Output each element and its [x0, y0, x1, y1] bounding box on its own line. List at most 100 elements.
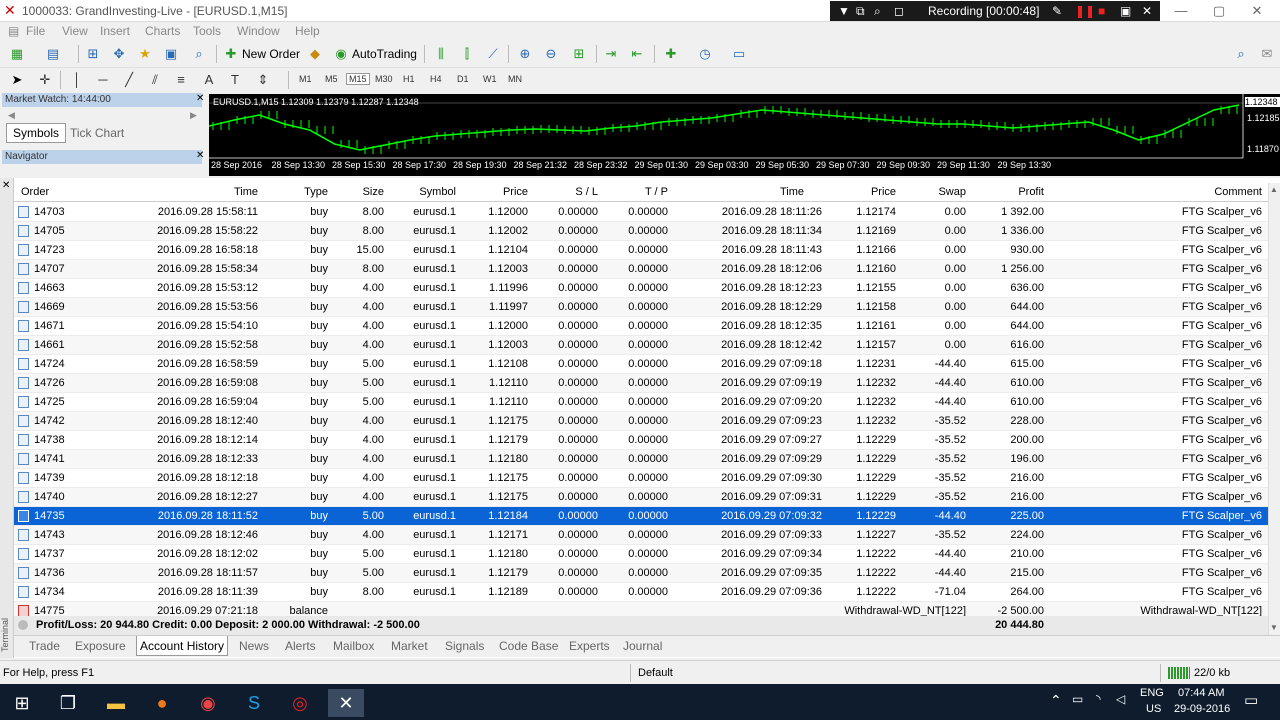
- timeframe-m15[interactable]: M15: [346, 73, 370, 85]
- tab-trade[interactable]: Trade: [26, 639, 63, 653]
- tab-alerts[interactable]: Alerts: [282, 639, 319, 653]
- cursor-icon[interactable]: ➤: [8, 71, 26, 89]
- horizontal-line-icon[interactable]: ─: [94, 71, 112, 89]
- col-profit[interactable]: Profit: [970, 186, 1044, 198]
- vertical-scrollbar[interactable]: ▲ ▼: [1268, 183, 1280, 635]
- battery-icon[interactable]: ▭: [1072, 692, 1083, 706]
- firefox-icon[interactable]: ●: [144, 689, 180, 717]
- timeframe-d1[interactable]: D1: [457, 74, 469, 84]
- window-maximize-button[interactable]: ▢: [1204, 2, 1234, 20]
- table-row[interactable]: 14705 2016.09.28 15:58:22 buy 8.00 eurusd.1 1…: [14, 222, 1268, 241]
- vertical-line-icon[interactable]: │: [68, 71, 86, 89]
- table-row[interactable]: 14735 2016.09.28 18:11:52 buy 5.00 eurusd.1 1…: [14, 507, 1268, 526]
- table-row[interactable]: 14742 2016.09.28 18:12:40 buy 4.00 eurusd.1 1…: [14, 412, 1268, 431]
- fibonacci-icon[interactable]: ≡: [172, 71, 190, 89]
- tile-windows-icon[interactable]: ⊞: [570, 45, 588, 63]
- tab-account-history[interactable]: Account History: [136, 636, 229, 656]
- menu-window[interactable]: Window: [237, 24, 280, 38]
- lang-primary[interactable]: ENG: [1140, 687, 1164, 699]
- col-type[interactable]: Type: [262, 186, 328, 198]
- show-hidden-icons[interactable]: ⌃: [1050, 692, 1062, 709]
- table-row[interactable]: 14743 2016.09.28 18:12:46 buy 4.00 eurusd.1 1…: [14, 526, 1268, 545]
- close-icon[interactable]: ✕: [196, 150, 204, 161]
- metaeditor-icon[interactable]: ◆: [306, 45, 324, 63]
- indicators-icon[interactable]: ✚: [662, 45, 680, 63]
- windows-start-icon[interactable]: ⊞: [4, 689, 40, 717]
- bar-chart-icon[interactable]: ⫼: [432, 45, 450, 63]
- close-icon[interactable]: ✕: [2, 180, 10, 191]
- price-chart[interactable]: EURUSD.1,M15 1.12309 1.12379 1.12287 1.1…: [209, 94, 1280, 176]
- terminal-icon[interactable]: ▣: [162, 45, 180, 63]
- notifications-icon[interactable]: ▭: [1244, 691, 1258, 709]
- close-recording-icon[interactable]: ✕: [1142, 4, 1152, 18]
- table-row[interactable]: 14707 2016.09.28 15:58:34 buy 8.00 eurusd.1 1…: [14, 260, 1268, 279]
- chart-shift-icon[interactable]: ⇥: [602, 45, 620, 63]
- close-icon[interactable]: ✕: [196, 93, 204, 104]
- timeframe-h4[interactable]: H4: [430, 74, 442, 84]
- timeframe-mn[interactable]: MN: [508, 74, 522, 84]
- table-row[interactable]: 14734 2016.09.28 18:11:39 buy 8.00 eurusd.1 1…: [14, 583, 1268, 602]
- scroll-up-icon[interactable]: ▲: [1270, 185, 1278, 194]
- table-row[interactable]: 14669 2016.09.28 15:53:56 buy 4.00 eurusd.1 1…: [14, 298, 1268, 317]
- timeframe-h1[interactable]: H1: [403, 74, 415, 84]
- search-icon[interactable]: ⌕: [874, 4, 881, 19]
- lang-secondary[interactable]: US: [1146, 703, 1161, 715]
- menu-insert[interactable]: Insert: [100, 24, 130, 38]
- table-row[interactable]: 14723 2016.09.28 16:58:18 buy 15.00 eurusd.1…: [14, 241, 1268, 260]
- col-close-price[interactable]: Price: [826, 186, 896, 198]
- zoom-in-icon[interactable]: ⊕: [516, 45, 534, 63]
- periods-icon[interactable]: ◷: [696, 45, 714, 63]
- col-symbol[interactable]: Symbol: [388, 186, 456, 198]
- col-time[interactable]: Time: [106, 186, 258, 198]
- table-row[interactable]: 14740 2016.09.28 18:12:27 buy 4.00 eurusd.1 1…: [14, 488, 1268, 507]
- window-close-button[interactable]: ✕: [1242, 2, 1272, 20]
- menu-tools[interactable]: Tools: [193, 24, 221, 38]
- col-tp[interactable]: T / P: [602, 186, 668, 198]
- crosshair-icon[interactable]: ✛: [36, 71, 54, 89]
- tab-journal[interactable]: Journal: [620, 639, 665, 653]
- menu-help[interactable]: Help: [295, 24, 320, 38]
- tab-tick-chart[interactable]: Tick Chart: [70, 126, 124, 140]
- tab-symbols[interactable]: Symbols: [6, 123, 66, 143]
- camera-icon[interactable]: ▣: [1120, 4, 1131, 18]
- menu-charts[interactable]: Charts: [145, 24, 180, 38]
- tab-experts[interactable]: Experts: [566, 639, 613, 653]
- strategy-tester-icon[interactable]: ⌕: [190, 45, 208, 63]
- table-row[interactable]: 14725 2016.09.28 16:59:04 buy 5.00 eurusd.1 1…: [14, 393, 1268, 412]
- clock-time[interactable]: 07:44 AM: [1178, 687, 1224, 699]
- table-row[interactable]: 14671 2016.09.28 15:54:10 buy 4.00 eurusd.1 1…: [14, 317, 1268, 336]
- table-row[interactable]: 14739 2016.09.28 18:12:18 buy 4.00 eurusd.1 1…: [14, 469, 1268, 488]
- table-row[interactable]: 14726 2016.09.28 16:59:08 buy 5.00 eurusd.1 1…: [14, 374, 1268, 393]
- skype-icon[interactable]: S: [236, 689, 272, 717]
- timeframe-m1[interactable]: M1: [299, 74, 312, 84]
- fullscreen-icon[interactable]: ◻: [894, 4, 904, 18]
- scroll-down-icon[interactable]: ▼: [1270, 623, 1278, 632]
- col-order[interactable]: Order: [21, 186, 49, 198]
- chat-icon[interactable]: ✉: [1258, 45, 1276, 63]
- window-minimize-button[interactable]: —: [1166, 2, 1196, 20]
- new-order-icon[interactable]: ✚: [222, 45, 240, 63]
- market-watch-icon[interactable]: ⊞: [84, 45, 102, 63]
- scroll-right-icon[interactable]: ▶: [190, 110, 197, 121]
- menu-view[interactable]: View: [62, 24, 88, 38]
- col-comment[interactable]: Comment: [1048, 186, 1262, 198]
- scroll-left-icon[interactable]: ◀: [8, 110, 15, 121]
- table-row[interactable]: 14741 2016.09.28 18:12:33 buy 4.00 eurusd.1 1…: [14, 450, 1268, 469]
- task-view-icon[interactable]: ❐: [50, 689, 86, 717]
- window-icon[interactable]: ⧉: [856, 4, 865, 19]
- tab-market[interactable]: Market: [388, 639, 431, 653]
- timeframe-m5[interactable]: M5: [325, 74, 338, 84]
- navigator-icon[interactable]: ★: [136, 45, 154, 63]
- col-swap[interactable]: Swap: [900, 186, 966, 198]
- col-sl[interactable]: S / L: [532, 186, 598, 198]
- pause-icon[interactable]: ❚❚: [1075, 4, 1095, 18]
- candlestick-icon[interactable]: ⫿: [458, 45, 476, 63]
- minimize-icon[interactable]: ▼: [838, 4, 850, 18]
- autotrading-icon[interactable]: ◉: [332, 45, 350, 63]
- table-row[interactable]: 14661 2016.09.28 15:52:58 buy 4.00 eurusd.1 1…: [14, 336, 1268, 355]
- new-chart-icon[interactable]: ▦: [8, 45, 26, 63]
- volume-icon[interactable]: ◁: [1116, 692, 1125, 706]
- tab-exposure[interactable]: Exposure: [72, 639, 129, 653]
- table-row[interactable]: 14736 2016.09.28 18:11:57 buy 5.00 eurusd.1 1…: [14, 564, 1268, 583]
- autoscroll-icon[interactable]: ⇤: [628, 45, 646, 63]
